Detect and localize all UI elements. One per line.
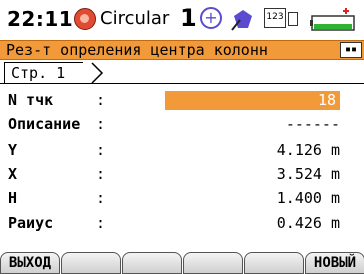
- row-x: X : 3.524 m: [0, 162, 364, 186]
- tab-chevron-icon: [91, 62, 104, 84]
- description-value: ------: [285, 115, 340, 133]
- row-h: H : 1.400 m: [0, 186, 364, 210]
- point-number-field[interactable]: 18: [165, 91, 340, 110]
- x-label: X: [8, 165, 18, 183]
- row-radius: Раиус : 0.426 m: [0, 211, 364, 235]
- colon: :: [96, 189, 106, 207]
- new-button[interactable]: НОВЫЙ: [305, 252, 364, 274]
- measure-mode: Circular: [100, 8, 170, 29]
- x-value: 3.524 m: [276, 165, 340, 183]
- radius-value: 0.426 m: [276, 214, 340, 232]
- prism-icon: [231, 10, 252, 31]
- colon: :: [96, 165, 106, 183]
- tab-bar: Стр. 1: [0, 62, 364, 84]
- row-y: Y : 4.126 m: [0, 138, 364, 162]
- exit-button[interactable]: ВЫХОД: [0, 252, 60, 274]
- softkey-bar: ВЫХОД НОВЫЙ: [0, 252, 364, 274]
- y-value: 4.126 m: [276, 141, 340, 159]
- row-description: Описание : ------: [0, 112, 364, 136]
- row-point-number: N тчк : 18: [0, 88, 364, 112]
- keypad-icon: 123: [264, 8, 286, 28]
- target-icon: +: [200, 7, 222, 29]
- softkey-f5[interactable]: [244, 252, 304, 274]
- h-value: 1.400 m: [276, 189, 340, 207]
- clock: 22:11: [7, 7, 74, 31]
- y-label: Y: [8, 141, 18, 159]
- point-number-label: N тчк: [8, 91, 54, 109]
- radius-label: Раиус: [8, 214, 54, 232]
- h-label: H: [8, 189, 18, 207]
- menu-icon[interactable]: ▪▪: [340, 42, 362, 58]
- tab-page-1[interactable]: Стр. 1: [4, 62, 84, 83]
- colon: :: [96, 115, 106, 133]
- keypad-extension-icon: [288, 12, 298, 26]
- face-number: 1: [180, 4, 197, 32]
- softkey-f3[interactable]: [122, 252, 182, 274]
- screen-title: Рез-т опреления центра колонн ▪▪: [0, 40, 364, 60]
- description-label: Описание: [8, 115, 81, 133]
- battery-icon: [310, 8, 355, 31]
- colon: :: [96, 214, 106, 232]
- softkey-f4[interactable]: [183, 252, 243, 274]
- colon: :: [96, 91, 106, 109]
- status-bar: 22:11 Circular 1 + 123: [0, 0, 364, 40]
- face-indicator-icon: [74, 8, 96, 30]
- softkey-f2[interactable]: [61, 252, 121, 274]
- colon: :: [96, 141, 106, 159]
- title-text: Рез-т опреления центра колонн: [6, 41, 268, 59]
